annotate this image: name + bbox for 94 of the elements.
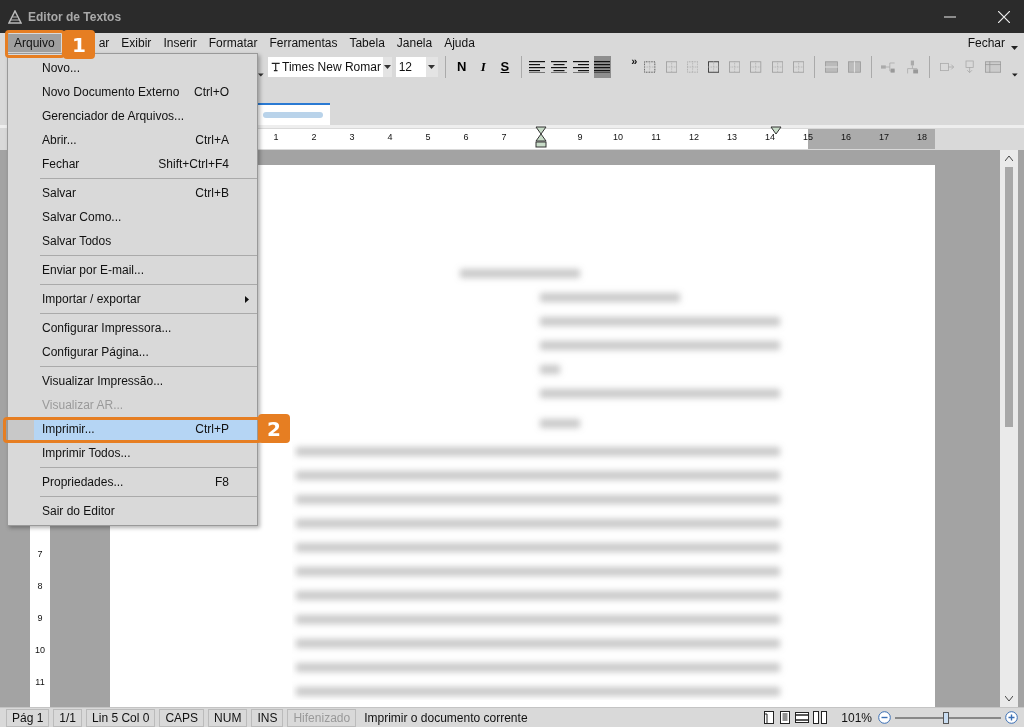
ruler-number: 11	[650, 132, 662, 142]
zoom-in-icon[interactable]	[1005, 711, 1018, 724]
zoom-out-icon[interactable]	[878, 711, 891, 724]
ruler-number: 13	[726, 132, 738, 142]
ruler-number: 18	[916, 132, 928, 142]
scroll-down-icon[interactable]	[1005, 696, 1013, 701]
menu-item[interactable]: Imprimir Todos...	[8, 441, 257, 465]
menu-item[interactable]: Abrir... Ctrl+A	[8, 128, 257, 152]
menu-item[interactable]: Importar / exportar	[8, 287, 257, 311]
menu-item[interactable]: Salvar Como...	[8, 205, 257, 229]
status-field: Lin 5 Col 0	[86, 708, 156, 727]
menu-item[interactable]: Tabela	[343, 34, 391, 52]
ruler-number: 1	[272, 132, 280, 142]
status-field: 1/1	[53, 708, 83, 727]
step-badge: 1	[63, 30, 95, 59]
format-button[interactable]: I	[474, 55, 493, 78]
menu-item[interactable]: Novo...	[8, 56, 257, 80]
page-view-icon[interactable]	[763, 711, 776, 724]
align-button[interactable]	[593, 55, 612, 78]
menu-item[interactable]: Configurar Página...	[8, 340, 257, 364]
ruler-number: 9	[576, 132, 584, 142]
font-icon	[270, 60, 281, 73]
caret-icon[interactable]	[1011, 46, 1018, 50]
scroll-up-icon[interactable]	[1005, 156, 1013, 161]
ruler-number: 16	[840, 132, 852, 142]
toolbar-overflow-button[interactable]: »	[631, 55, 638, 67]
ruler-number: 11	[35, 677, 45, 687]
menu-item[interactable]: Salvar Ctrl+B	[8, 181, 257, 205]
ruler-number: 14	[764, 132, 776, 142]
font-size-dropdown[interactable]: 12	[395, 56, 438, 77]
merge-cells-icon[interactable]	[847, 59, 861, 74]
status-field: CAPS	[159, 708, 205, 727]
caret-icon[interactable]	[1012, 73, 1018, 77]
right-indent-marker-icon[interactable]	[770, 126, 782, 135]
status-field: NUM	[208, 708, 248, 727]
ruler-number: 12	[688, 132, 700, 142]
menu-item[interactable]: Visualizar Impressão...	[8, 369, 257, 393]
menu-item[interactable]: Exibir	[115, 34, 158, 52]
menu-item[interactable]: Novo Documento Externo Ctrl+O	[8, 80, 257, 104]
document-view-icon[interactable]	[779, 711, 792, 724]
close-icon[interactable]	[998, 10, 1010, 23]
font-dropdown[interactable]: Times New Romar	[267, 56, 392, 77]
indent-marker-icon[interactable]	[535, 126, 547, 148]
step-badge: 2	[258, 414, 290, 443]
menu-item[interactable]: Fechar Shift+Ctrl+F4	[8, 152, 257, 176]
split-cells-icon[interactable]	[824, 59, 838, 74]
menu-item[interactable]: Ferramentas	[263, 34, 344, 52]
menu-item[interactable]: Sair do Editor	[8, 499, 257, 523]
ruler-number: 4	[386, 132, 394, 142]
table-border-icon[interactable]	[708, 59, 720, 74]
menu-item[interactable]: Janela	[390, 34, 439, 52]
menu-item[interactable]: Arquivo	[8, 34, 61, 52]
ruler-number: 10	[35, 645, 45, 655]
status-field: INS	[251, 708, 284, 727]
ruler-number: 6	[462, 132, 470, 142]
format-button[interactable]: S	[496, 55, 514, 78]
ruler-number: 7	[37, 549, 43, 559]
status-field: Hifenizado	[287, 708, 357, 727]
menu-item[interactable]: ar	[98, 34, 116, 52]
menu-item[interactable]: Enviar por E-mail...	[8, 258, 257, 282]
status-message: Imprimir o documento corrente	[364, 710, 528, 725]
app-logo-icon	[8, 9, 22, 24]
menu-item[interactable]: Propriedades... F8	[8, 470, 257, 494]
ruler-number: 15	[802, 132, 814, 142]
zoom-slider-thumb[interactable]	[942, 711, 949, 724]
submenu-arrow-icon	[245, 295, 249, 303]
ruler-number: 3	[348, 132, 356, 142]
menu-item[interactable]: Inserir	[157, 34, 203, 52]
ruler-number: 7	[500, 132, 508, 142]
ruler-number: 2	[310, 132, 318, 142]
caret-icon[interactable]	[383, 64, 391, 69]
menu-item[interactable]: Ajuda	[438, 34, 481, 52]
scrollbar-thumb[interactable]	[1005, 167, 1013, 427]
format-button[interactable]: N	[452, 55, 471, 78]
caret-icon[interactable]	[258, 73, 264, 77]
window-title: Editor de Textos	[28, 9, 122, 24]
document-tab[interactable]	[255, 103, 330, 125]
web-view-icon[interactable]	[795, 711, 810, 724]
close-document-button[interactable]: Fechar	[967, 36, 1005, 50]
ruler-number: 9	[37, 613, 43, 623]
zoom-percentage: 101%	[841, 710, 872, 725]
menu-item[interactable]: Salvar Todos	[8, 229, 257, 253]
menu-item[interactable]: Gerenciador de Arquivos...	[8, 104, 257, 128]
two-pages-view-icon[interactable]	[813, 711, 828, 724]
menu-item[interactable]: Formatar	[202, 34, 264, 52]
menu-item[interactable]: Configurar Impressora...	[8, 316, 257, 340]
status-field: Pág 1	[6, 708, 50, 727]
vertical-scrollbar[interactable]	[1000, 150, 1018, 707]
caret-icon[interactable]	[428, 64, 436, 69]
ruler-number: 17	[878, 132, 890, 142]
ruler-number: 8	[37, 581, 43, 591]
ruler-number: 10	[612, 132, 624, 142]
ruler-number: 5	[424, 132, 432, 142]
blurred-tab-title-drawing	[262, 112, 323, 118]
